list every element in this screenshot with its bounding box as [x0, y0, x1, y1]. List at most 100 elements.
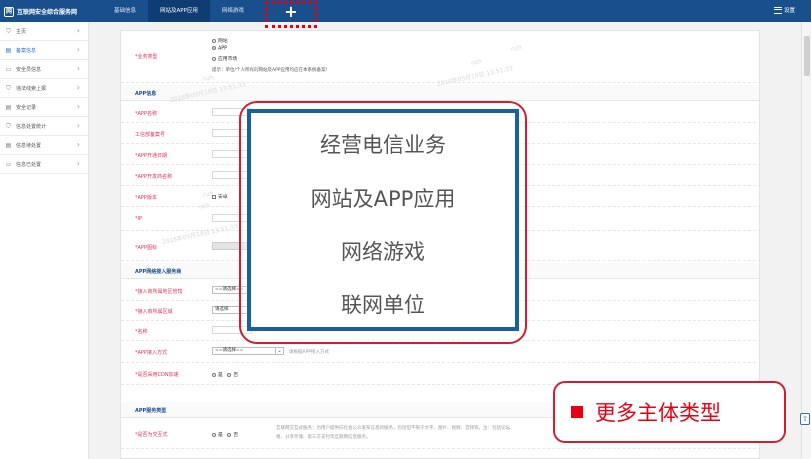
- top-tabs: 基础信息 网站及APP应用 网络游戏: [102, 0, 256, 22]
- sidebar-item-label: 信息已处置: [16, 161, 42, 168]
- chevron-right-icon: ›: [76, 26, 80, 35]
- sidebar-item-label: 信息待处置: [16, 142, 42, 149]
- chevron-right-icon: ›: [76, 83, 80, 92]
- scrollbar[interactable]: [801, 22, 811, 459]
- open-date-label: *APP开通日期: [135, 153, 167, 159]
- tab-basic-info[interactable]: 基础信息: [102, 0, 148, 22]
- brand[interactable]: 网 互联网安全综合服务网: [4, 5, 77, 18]
- chevron-right-icon: ›: [76, 45, 80, 54]
- sidebar-item-home[interactable]: ⛉ 主页 ›: [0, 22, 88, 41]
- plus-icon: +: [284, 1, 298, 21]
- ip-label: *IP: [135, 216, 142, 222]
- sidebar-item-disposal-stats[interactable]: ⛉ 信息处置统计 ›: [0, 117, 88, 136]
- radio-label: 是: [218, 373, 223, 378]
- subject-type-networked-unit[interactable]: 联网单位: [251, 289, 515, 319]
- sidebar-item-pending[interactable]: ▤ 信息待处置 ›: [0, 136, 88, 155]
- radio-label: 否: [233, 373, 239, 378]
- section-app-info: APP信息: [121, 85, 759, 101]
- chevron-right-icon: ›: [76, 64, 80, 73]
- radio-label: 应用市场: [218, 57, 238, 62]
- access-method-select[interactable]: ==请选择== ⌄: [212, 347, 284, 355]
- cdn-no-radio[interactable]: [227, 372, 232, 377]
- radio-label: APP: [218, 46, 228, 52]
- interactive-yes-radio[interactable]: [212, 432, 216, 437]
- sidebar-item-label: 信息处置统计: [16, 123, 47, 130]
- scrollbar-thumb[interactable]: [804, 36, 810, 76]
- chevron-right-icon: ›: [76, 159, 80, 168]
- select-value: ==请选择==: [215, 348, 244, 353]
- shield-icon: ⛉: [6, 27, 11, 35]
- subject-type-online-games[interactable]: 网络游戏: [251, 236, 515, 266]
- sidebar-item-disposed[interactable]: ▭ 信息已处置 ›: [0, 155, 88, 174]
- tab-website-app[interactable]: 网站及APP应用: [148, 0, 210, 22]
- radio-label: 网站: [218, 39, 228, 44]
- settings-button[interactable]: 设置: [773, 6, 795, 14]
- add-tab-highlight[interactable]: +: [265, 1, 317, 28]
- cdn-yes-radio[interactable]: [212, 372, 216, 377]
- sidebar-item-label: 安全员信息: [16, 66, 42, 73]
- brand-title: 互联网安全综合服务网: [17, 9, 78, 16]
- radio-app[interactable]: APP: [212, 46, 227, 52]
- subject-type-list: 经营电信业务 网站及APP应用 网络游戏 联网单位: [247, 109, 519, 331]
- interactive-no-radio[interactable]: [227, 432, 232, 437]
- app-name-label: *APP名称: [135, 111, 157, 117]
- access-method-hint: 请根据APP接入方式: [289, 350, 330, 355]
- sidebar-item-label: 主页: [16, 28, 27, 35]
- business-type-label: *业务类型: [135, 54, 158, 60]
- interactive-label: *是否为交互式: [135, 432, 168, 438]
- radio-label: 是: [218, 433, 223, 438]
- subject-type-overlay: 经营电信业务 网站及APP应用 网络游戏 联网单位: [239, 101, 527, 344]
- callout-text: 更多主体类型: [595, 401, 721, 425]
- settings-label: 设置: [783, 8, 795, 14]
- interactive-hint-1: 互联网交互式服务：为用户提供向社会公众发布信息的服务，包括但不限于文字、图片、视…: [276, 426, 515, 431]
- business-type-row: *业务类型 网站 APP 应用市场 提示：单位/个人所有的网站及APP应用均应在…: [121, 31, 759, 83]
- document-icon: ▤: [5, 103, 12, 111]
- cdn-radio-group: 是 否: [212, 371, 238, 378]
- checkbox-label: 安卓: [218, 195, 228, 200]
- radio-circle: [212, 56, 216, 61]
- radio-label: 否: [233, 433, 239, 438]
- subject-type-telecom[interactable]: 经营电信业务: [251, 129, 515, 159]
- sidebar-item-report-clues[interactable]: ⛉ 违法线索上报 ›: [0, 79, 88, 98]
- provider-name-label: *名称: [135, 329, 148, 335]
- tab-online-games[interactable]: 网络游戏: [210, 0, 256, 22]
- interactive-hint-2: 格、分享存储、第三方支付等互联网信息服务。: [276, 435, 371, 440]
- sidebar-item-label: 安全记录: [16, 104, 37, 111]
- sidebar-item-security-officer[interactable]: ▭ 安全员信息 ›: [0, 60, 88, 79]
- section-title: APP网络接入服务商: [135, 269, 182, 275]
- section-title: APP服务类型: [135, 408, 167, 414]
- access-method-label: *APP接入方式: [135, 350, 167, 356]
- chevron-down-icon: ⌄: [275, 347, 283, 355]
- back-to-top-button[interactable]: ⇧: [800, 413, 810, 425]
- section-title: APP信息: [135, 91, 157, 97]
- version-label: *APP版本: [135, 195, 157, 201]
- app-icon-label: *APP图标: [135, 245, 157, 251]
- sidebar-item-filing-info[interactable]: ▤ 备案信息 ›: [0, 41, 88, 60]
- sidebar-item-label: 备案信息: [16, 47, 37, 54]
- icp-label: 工信部备案号: [135, 132, 166, 138]
- radio-website[interactable]: 网站: [212, 37, 228, 44]
- monitor-icon: ▭: [5, 160, 12, 168]
- chevron-right-icon: ›: [76, 102, 80, 111]
- developer-label: *APP开发商名称: [135, 174, 172, 180]
- document-icon: ▤: [5, 141, 12, 149]
- sidebar-item-label: 违法线索上报: [16, 85, 47, 92]
- provider-region-label: *接入商所属地区管辖: [135, 289, 183, 295]
- interactive-radio-group: 是 否: [212, 431, 238, 438]
- cdn-label: *是否采用CDN加速: [135, 372, 179, 378]
- chevron-right-icon: ›: [76, 121, 80, 130]
- radio-app-market[interactable]: 应用市场: [212, 55, 237, 62]
- version-android-checkbox[interactable]: 安卓: [212, 193, 228, 200]
- shield-icon: ⛉: [6, 84, 11, 92]
- sidebar-item-security-records[interactable]: ▤ 安全记录 ›: [0, 98, 88, 117]
- monitor-icon: ▭: [5, 65, 12, 73]
- radio-circle: [212, 38, 216, 43]
- access-method-row: *APP接入方式 ==请选择== ⌄ 请根据APP接入方式: [121, 341, 759, 363]
- shield-icon: ⛉: [6, 122, 11, 130]
- menu-icon: [773, 6, 782, 14]
- radio-circle: [212, 46, 216, 50]
- checkbox-box: [212, 194, 216, 199]
- top-nav-bar: 网 互联网安全综合服务网 基础信息 网站及APP应用 网络游戏 设置: [0, 0, 811, 22]
- subject-type-website-app[interactable]: 网站及APP应用: [251, 183, 515, 213]
- sidebar: ⛉ 主页 › ▤ 备案信息 › ▭ 安全员信息 › ⛉ 违法线索上报 › ▤ 安…: [0, 22, 89, 459]
